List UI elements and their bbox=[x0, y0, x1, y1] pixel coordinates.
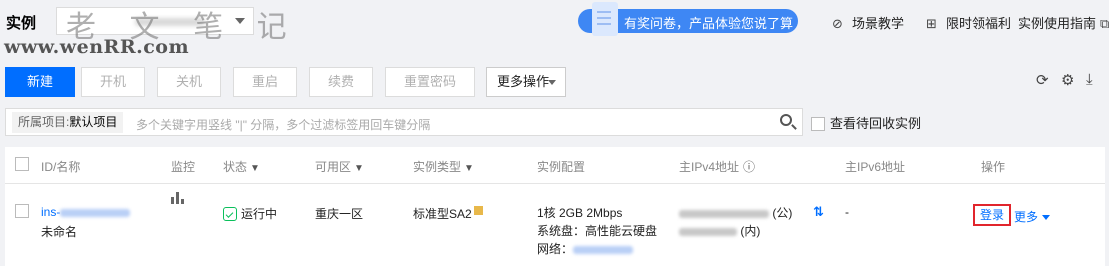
guide-label: 实例使用指南 bbox=[1018, 16, 1097, 31]
gear-icon[interactable]: ⚙ bbox=[1061, 71, 1074, 89]
config-line1: 1核 2GB 2Mbps bbox=[537, 206, 623, 220]
new-instance-button[interactable]: 新建 bbox=[5, 67, 75, 97]
restart-button[interactable]: 重启 bbox=[233, 67, 297, 97]
recycle-checkbox[interactable] bbox=[811, 117, 825, 131]
start-button[interactable]: 开机 bbox=[81, 67, 145, 97]
ipv4-private-blurred bbox=[679, 227, 737, 236]
config-line2: 系统盘：高性能云硬盘 bbox=[537, 224, 658, 238]
network-label: 网络： bbox=[537, 242, 574, 256]
col-monitor: 监控 bbox=[171, 160, 196, 174]
col-ipv4: 主IPv4地址 ⓘ bbox=[679, 158, 755, 175]
top-bar: 实例 老 文 笔 记 www.wenRR.com 有奖问卷，产品体验您说了算 ⊘… bbox=[0, 0, 1109, 58]
ipv6-value: - bbox=[845, 205, 849, 219]
login-button[interactable]: 登录 bbox=[973, 204, 1011, 226]
ip-switch-icon[interactable]: ⇅ bbox=[813, 204, 824, 220]
zone-value: 重庆一区 bbox=[315, 207, 364, 221]
page-title: 实例 bbox=[6, 15, 37, 32]
filter-icon[interactable]: ▼ bbox=[354, 163, 364, 174]
filter-icon[interactable]: ▼ bbox=[250, 163, 260, 174]
col-type[interactable]: 实例类型 ▼ bbox=[413, 158, 474, 175]
benefits-label: 限时领福利 bbox=[946, 16, 1012, 31]
chevron-down-icon bbox=[1042, 215, 1051, 220]
sa2-badge-icon bbox=[473, 206, 483, 215]
ipv4-public-blurred bbox=[679, 209, 769, 218]
search-box[interactable]: 所属项目:默认项目 多个关键字用竖线 "|" 分隔，多个过滤标签用回车键分隔 bbox=[5, 108, 803, 136]
recycle-label: 查看待回收实例 bbox=[830, 116, 922, 131]
gift-icon: ⊞ bbox=[926, 16, 937, 31]
col-actions: 操作 bbox=[981, 160, 1006, 174]
network-value-blurred[interactable] bbox=[573, 245, 634, 254]
instance-id-prefix: ins- bbox=[41, 205, 61, 219]
instance-name: 未命名 bbox=[41, 225, 78, 239]
instance-type: 标准型SA2 bbox=[413, 205, 483, 222]
filter-tag-project[interactable]: 所属项目:默认项目 bbox=[12, 112, 124, 133]
ipv4-private: (内) bbox=[679, 222, 760, 239]
row-checkbox[interactable] bbox=[15, 204, 29, 218]
scene-tutorial-link[interactable]: ⊘ 场景教学 bbox=[832, 13, 904, 32]
watermark-url: www.wenRR.com bbox=[4, 36, 190, 58]
filter-icon[interactable]: ▼ bbox=[464, 163, 474, 174]
select-all-checkbox[interactable] bbox=[15, 157, 29, 171]
survey-label: 有奖问卷，产品体验您说了算 bbox=[624, 16, 794, 31]
refresh-icon[interactable]: ⟳ bbox=[1036, 71, 1049, 89]
more-dropdown[interactable]: 更多 bbox=[1014, 208, 1051, 225]
guide-link[interactable]: 实例使用指南 ⧉ bbox=[1018, 13, 1109, 32]
col-zone[interactable]: 可用区 ▼ bbox=[315, 158, 364, 175]
info-icon[interactable]: ⓘ bbox=[743, 160, 755, 174]
config-line3: 网络： bbox=[537, 240, 634, 257]
ipv4-private-suffix: (内) bbox=[740, 224, 761, 238]
col-ipv6: 主IPv6地址 bbox=[845, 160, 906, 174]
col-status[interactable]: 状态 ▼ bbox=[223, 158, 260, 175]
col-ipv4-label: 主IPv4地址 bbox=[679, 160, 740, 174]
instance-table: ID/名称 监控 状态 ▼ 可用区 ▼ 实例类型 ▼ 实例配置 主IPv4地址 ⓘ 主I… bbox=[5, 147, 1105, 266]
col-id-name: ID/名称 bbox=[41, 160, 81, 174]
more-label: 更多 bbox=[1014, 210, 1039, 224]
instance-type-label: 标准型SA2 bbox=[413, 207, 472, 221]
instance-id-blurred bbox=[60, 208, 131, 217]
external-link-icon: ⧉ bbox=[1100, 16, 1109, 31]
survey-doc-icon bbox=[592, 2, 618, 36]
more-actions-label: 更多操作 bbox=[497, 74, 550, 89]
ipv4-public: (公) bbox=[679, 204, 792, 221]
col-status-label: 状态 bbox=[223, 160, 248, 174]
status-label: 运行中 bbox=[241, 207, 278, 221]
filter-tag-key: 所属项目: bbox=[18, 115, 70, 129]
running-status-icon bbox=[223, 207, 237, 221]
header-divider bbox=[5, 183, 1105, 184]
download-icon[interactable]: ⤓ bbox=[1086, 71, 1093, 88]
search-placeholder: 多个关键字用竖线 "|" 分隔，多个过滤标签用回车键分隔 bbox=[136, 118, 431, 132]
status-running: 运行中 bbox=[223, 205, 277, 222]
col-type-label: 实例类型 bbox=[413, 160, 462, 174]
filter-tag-value: 默认项目 bbox=[69, 115, 118, 129]
stop-button[interactable]: 关机 bbox=[157, 67, 221, 97]
more-actions-dropdown[interactable]: 更多操作 bbox=[486, 67, 566, 97]
search-icon[interactable] bbox=[780, 114, 792, 126]
renew-button[interactable]: 续费 bbox=[309, 67, 373, 97]
instance-id-link[interactable]: ins- bbox=[41, 205, 131, 219]
recycle-filter[interactable]: 查看待回收实例 bbox=[811, 113, 921, 132]
col-config: 实例配置 bbox=[537, 160, 586, 174]
ipv4-public-suffix: (公) bbox=[772, 206, 793, 220]
scene-tutorial-label: 场景教学 bbox=[852, 16, 905, 31]
chevron-down-icon bbox=[548, 80, 556, 85]
col-zone-label: 可用区 bbox=[315, 160, 352, 174]
eye-slash-icon: ⊘ bbox=[832, 16, 843, 31]
reset-password-button[interactable]: 重置密码 bbox=[385, 67, 475, 97]
benefits-link[interactable]: ⊞ 限时领福利 bbox=[926, 13, 1011, 32]
survey-banner[interactable]: 有奖问卷，产品体验您说了算 bbox=[578, 2, 798, 36]
